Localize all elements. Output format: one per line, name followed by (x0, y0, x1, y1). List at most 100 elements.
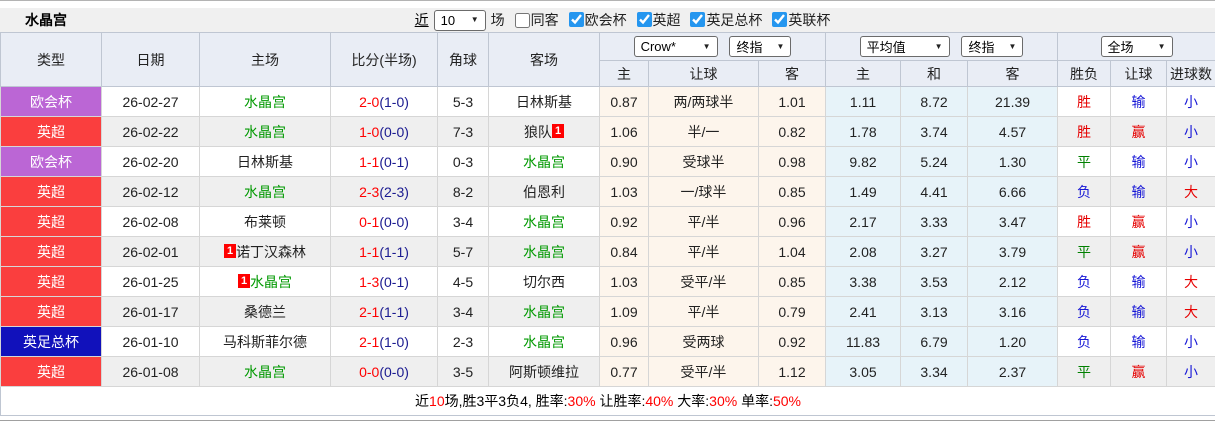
league-filter[interactable]: 欧会杯 (569, 10, 627, 30)
league-checkbox[interactable] (637, 12, 652, 27)
away-team[interactable]: 狼队1 (489, 117, 600, 147)
away-team[interactable]: 水晶宫 (489, 297, 600, 327)
away-team[interactable]: 水晶宫 (489, 237, 600, 267)
league-filter[interactable]: 英联杯 (772, 10, 830, 30)
full-time-score: 2-1 (359, 304, 379, 320)
away-team[interactable]: 阿斯顿维拉 (489, 357, 600, 387)
league-checkbox[interactable] (772, 12, 787, 27)
league-checkbox[interactable] (569, 12, 584, 27)
home-team[interactable]: 水晶宫 (200, 357, 331, 387)
away-team[interactable]: 水晶宫 (489, 327, 600, 357)
bookmaker-stage-select[interactable]: 终指▼ (729, 36, 791, 57)
league-filter[interactable]: 英超 (637, 10, 681, 30)
average-stage-select[interactable]: 终指▼ (961, 36, 1023, 57)
avg-away-odds: 1.20 (968, 327, 1058, 357)
home-team[interactable]: 布莱顿 (200, 207, 331, 237)
league-type-badge: 英超 (1, 117, 102, 147)
chevron-down-icon: ▼ (1158, 43, 1166, 51)
odds-home: 1.03 (600, 177, 649, 207)
away-team[interactable]: 切尔西 (489, 267, 600, 297)
top-divider (0, 0, 1215, 8)
half-time-score: (0-1) (379, 154, 409, 170)
match-date: 26-02-27 (102, 87, 200, 117)
score-cell: 0-1(0-0) (331, 207, 438, 237)
league-type-badge: 英超 (1, 237, 102, 267)
chevron-down-icon: ▼ (935, 43, 943, 51)
full-time-score: 1-1 (359, 154, 379, 170)
recent-link[interactable]: 近 (415, 10, 429, 30)
col-avg-draw: 和 (901, 61, 968, 87)
summary-stat-label: 近 (415, 393, 429, 409)
match-count-select[interactable]: 10▼ (434, 10, 486, 31)
goals-result-cell: 小 (1167, 147, 1215, 177)
avg-home-odds: 1.78 (826, 117, 901, 147)
average-select[interactable]: 平均值 ▼ (860, 36, 950, 57)
home-team[interactable]: 1诺丁汉森林 (200, 237, 331, 267)
home-team[interactable]: 水晶宫 (200, 177, 331, 207)
avg-draw-odds: 3.74 (901, 117, 968, 147)
summary-stat-label: 让胜率: (596, 393, 646, 409)
odds-handicap: 平/半 (649, 297, 759, 327)
same-away-checkbox[interactable] (515, 13, 530, 28)
score-cell: 2-1(1-0) (331, 327, 438, 357)
away-team[interactable]: 水晶宫 (489, 207, 600, 237)
result-cell: 胜 (1058, 207, 1111, 237)
team-name: 水晶宫 (523, 304, 565, 320)
average-group-header: 平均值 ▼ 终指▼ (826, 33, 1058, 61)
odds-away: 0.92 (759, 327, 826, 357)
home-team[interactable]: 马科斯菲尔德 (200, 327, 331, 357)
full-time-score: 0-1 (359, 214, 379, 230)
handicap-result-cell: 赢 (1111, 237, 1167, 267)
home-team[interactable]: 水晶宫 (200, 117, 331, 147)
league-filters: 欧会杯 英超 英足总杯 英联杯 (569, 10, 837, 31)
team-name: 阿斯顿维拉 (509, 364, 579, 380)
score-cell: 1-0(0-0) (331, 117, 438, 147)
col-home: 主场 (200, 33, 331, 87)
avg-away-odds: 2.12 (968, 267, 1058, 297)
full-time-score: 1-3 (359, 274, 379, 290)
chevron-down-icon: ▼ (777, 43, 785, 51)
match-row: 英超 26-02-12 水晶宫 2-3(2-3) 8-2 伯恩利 1.03 一/… (1, 177, 1215, 207)
col-score: 比分(半场) (331, 33, 438, 87)
bookmaker-value: Crow* (641, 39, 676, 54)
away-team[interactable]: 日林斯基 (489, 87, 600, 117)
full-time-score: 2-0 (359, 94, 379, 110)
col-odds-handicap: 让球 (649, 61, 759, 87)
match-date: 26-01-17 (102, 297, 200, 327)
odds-home: 0.90 (600, 147, 649, 177)
half-time-score: (0-1) (379, 274, 409, 290)
corner-count: 5-3 (438, 87, 489, 117)
match-row: 英超 26-02-08 布莱顿 0-1(0-0) 3-4 水晶宫 0.92 平/… (1, 207, 1215, 237)
team-name: 布莱顿 (244, 214, 286, 230)
away-team[interactable]: 伯恩利 (489, 177, 600, 207)
team-name: 切尔西 (523, 274, 565, 290)
same-away-filter[interactable]: 同客 (515, 10, 559, 30)
scope-select[interactable]: 全场▼ (1101, 36, 1173, 57)
chevron-down-icon: ▼ (1009, 43, 1017, 51)
col-corner: 角球 (438, 33, 489, 87)
away-team[interactable]: 水晶宫 (489, 147, 600, 177)
half-time-score: (0-0) (379, 124, 409, 140)
league-filter[interactable]: 英足总杯 (690, 10, 762, 30)
average-value: 平均值 (867, 37, 906, 56)
bookmaker-select[interactable]: Crow*▼ (634, 36, 718, 57)
goals-result-cell: 小 (1167, 357, 1215, 387)
summary-stat-value: 40% (645, 393, 673, 409)
bookmaker-group-header: Crow*▼ 终指▼ (600, 33, 826, 61)
avg-draw-odds: 6.79 (901, 327, 968, 357)
col-goals: 进球数 (1167, 61, 1215, 87)
league-type-badge: 欧会杯 (1, 147, 102, 177)
avg-draw-odds: 3.27 (901, 237, 968, 267)
home-team[interactable]: 桑德兰 (200, 297, 331, 327)
league-checkbox[interactable] (690, 12, 705, 27)
home-team[interactable]: 1水晶宫 (200, 267, 331, 297)
home-team[interactable]: 水晶宫 (200, 87, 331, 117)
col-odds-away: 客 (759, 61, 826, 87)
league-type-badge: 英超 (1, 177, 102, 207)
handicap-result-cell: 赢 (1111, 357, 1167, 387)
odds-away: 1.04 (759, 237, 826, 267)
goals-result-cell: 小 (1167, 117, 1215, 147)
league-type-badge: 英超 (1, 207, 102, 237)
home-team[interactable]: 日林斯基 (200, 147, 331, 177)
team-recent-matches-panel: 水晶宫 近 10▼ 场 同客 欧会杯 英超 英足总杯 英联杯 类型 日期 主场 … (0, 0, 1215, 421)
